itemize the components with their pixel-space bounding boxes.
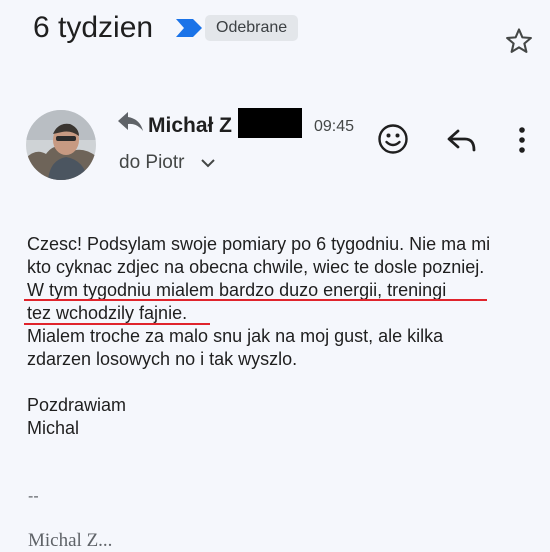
signature-separator: -- <box>28 488 39 505</box>
reply-button[interactable] <box>445 125 479 155</box>
message-body: Czesc! Podsylam swoje pomiary po 6 tygod… <box>27 233 547 440</box>
message-time: 09:45 <box>314 118 355 135</box>
chevron-down-icon[interactable] <box>200 157 216 169</box>
label-chip-inbox[interactable]: Odebrane <box>205 15 299 41</box>
body-line: zdarzen losowych no i tak wyszlo. <box>27 349 298 369</box>
emoji-react-button[interactable] <box>376 122 410 156</box>
red-underline <box>24 323 210 325</box>
body-line: kto cyknac zdjec na obecna chwile, wiec … <box>27 257 485 277</box>
importance-marker-icon[interactable] <box>176 19 202 37</box>
body-line: tez wchodzily fajnie. <box>27 303 188 323</box>
signature-name: Michal Z... <box>28 530 113 551</box>
red-underline <box>24 299 487 301</box>
sender-name[interactable]: Michał Z <box>148 113 232 139</box>
name-line: Michal <box>27 418 80 438</box>
replied-arrow-icon <box>118 112 143 131</box>
sender-avatar[interactable] <box>26 110 96 180</box>
body-line: Czesc! Podsylam swoje pomiary po 6 tygod… <box>27 234 491 254</box>
recipient-line[interactable]: do Piotr <box>119 150 184 176</box>
more-options-button[interactable] <box>512 124 532 156</box>
email-subject: 6 tydzien <box>33 11 154 44</box>
body-line: Mialem troche za malo snu jak na moj gus… <box>27 326 444 346</box>
redaction-bar <box>238 108 302 138</box>
star-icon[interactable] <box>504 26 534 56</box>
closing-line: Pozdrawiam <box>27 395 127 415</box>
